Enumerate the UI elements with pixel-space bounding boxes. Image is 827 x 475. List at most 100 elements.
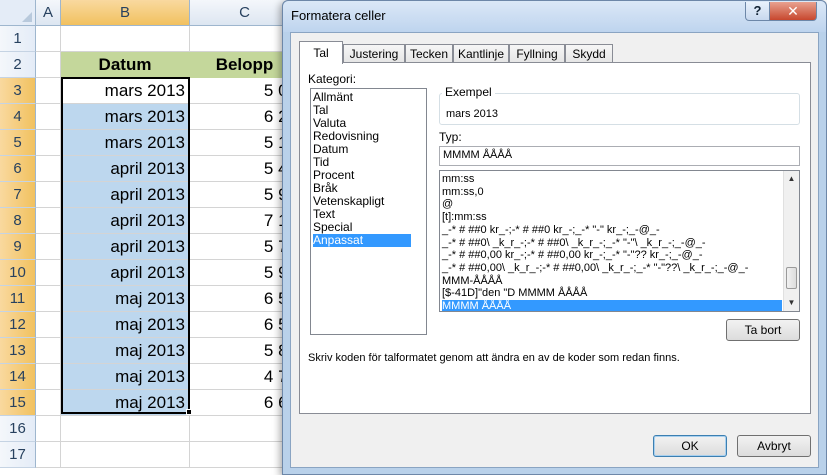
format-code-item[interactable]: MMMM ÅÅÅÅ	[442, 300, 782, 311]
row-header-10[interactable]: 10	[0, 260, 36, 286]
cell[interactable]	[61, 416, 190, 442]
delete-button[interactable]: Ta bort	[726, 319, 800, 341]
sample-value: mars 2013	[446, 108, 498, 120]
format-code-item[interactable]: mm:ss	[442, 173, 782, 186]
hint-text: Skriv koden för talformatet genom att än…	[308, 352, 680, 364]
row-header-9[interactable]: 9	[0, 234, 36, 260]
cell[interactable]	[36, 312, 61, 338]
format-code-listbox[interactable]: mm:ss mm:ss,0 @ [t]:mm:ss _-* # ##0 kr_-;-* …	[439, 170, 800, 312]
row-header-12[interactable]: 12	[0, 312, 36, 338]
row-header-11[interactable]: 11	[0, 286, 36, 312]
close-button[interactable]: ✕	[769, 2, 817, 21]
tab-label: Kantlinje	[457, 47, 505, 61]
tab-fill[interactable]: Fyllning	[509, 44, 565, 63]
cell[interactable]	[36, 156, 61, 182]
row-header-16[interactable]: 16	[0, 416, 36, 442]
row-header-3[interactable]: 3	[0, 78, 36, 104]
tab-number[interactable]: Tal	[299, 41, 343, 64]
tab-label: Tecken	[409, 47, 449, 61]
cell[interactable]	[36, 390, 61, 416]
tab-protection[interactable]: Skydd	[565, 44, 613, 63]
scroll-down-icon[interactable]: ▼	[784, 295, 799, 311]
format-cells-dialog: Formatera celler ? ✕ Tal Justering Tecke…	[282, 0, 827, 475]
scroll-up-icon[interactable]: ▲	[784, 171, 799, 187]
date-cell[interactable]: maj 2013	[61, 390, 190, 416]
cell[interactable]	[36, 286, 61, 312]
cell[interactable]	[36, 364, 61, 390]
tab-alignment[interactable]: Justering	[343, 44, 405, 63]
tab-label: Justering	[349, 47, 399, 61]
dialog-title: Formatera celler	[291, 8, 386, 23]
fill-handle[interactable]	[186, 409, 192, 415]
date-cell[interactable]: april 2013	[61, 260, 190, 286]
format-code-item[interactable]: mm:ss,0	[442, 186, 782, 199]
cell[interactable]	[36, 26, 61, 52]
cell[interactable]	[36, 104, 61, 130]
cell[interactable]	[36, 338, 61, 364]
cancel-button[interactable]: Avbryt	[737, 435, 811, 457]
select-all-corner[interactable]	[0, 0, 36, 26]
tab-border[interactable]: Kantlinje	[453, 44, 509, 63]
date-cell[interactable]: april 2013	[61, 208, 190, 234]
cell[interactable]	[36, 182, 61, 208]
date-cell[interactable]: april 2013	[61, 234, 190, 260]
row-header-8[interactable]: 8	[0, 208, 36, 234]
date-cell[interactable]: maj 2013	[61, 338, 190, 364]
format-code-item[interactable]: [t]:mm:ss	[442, 211, 782, 224]
row-header-14[interactable]: 14	[0, 364, 36, 390]
cell[interactable]	[36, 52, 61, 78]
dialog-body: Tal Justering Tecken Kantlinje Fyllning …	[290, 32, 819, 468]
row-header-13[interactable]: 13	[0, 338, 36, 364]
format-code-item[interactable]: _-* # ##0\ _k_r_-;-* # ##0\ _k_r_-;_-* "…	[442, 237, 782, 250]
format-code-item[interactable]: @	[442, 198, 782, 211]
cell[interactable]	[36, 78, 61, 104]
row-header-2[interactable]: 2	[0, 52, 36, 78]
type-label: Typ:	[439, 130, 462, 144]
column-header-b[interactable]: B	[61, 0, 190, 26]
format-list-scrollbar[interactable]: ▲ ▼	[783, 171, 799, 311]
number-tab-panel: Kategori: Allmänt Tal Valuta Redovisning Dat…	[299, 62, 811, 414]
row-header-7[interactable]: 7	[0, 182, 36, 208]
row-header-4[interactable]: 4	[0, 104, 36, 130]
format-code-item[interactable]: _-* # ##0,00 kr_-;-* # ##0,00 kr_-;_-* "…	[442, 249, 782, 262]
row-header-6[interactable]: 6	[0, 156, 36, 182]
format-code-item[interactable]: [$-41D]"den "D MMMM ÅÅÅÅ	[442, 287, 782, 300]
date-cell[interactable]: mars 2013	[61, 104, 190, 130]
cell[interactable]	[36, 130, 61, 156]
cell[interactable]	[36, 234, 61, 260]
category-listbox[interactable]: Allmänt Tal Valuta Redovisning Datum Tid Proce…	[310, 88, 427, 335]
dialog-titlebar[interactable]: Formatera celler ? ✕	[283, 1, 826, 32]
cell[interactable]	[36, 208, 61, 234]
cell[interactable]	[36, 416, 61, 442]
date-cell[interactable]: maj 2013	[61, 286, 190, 312]
cell[interactable]	[36, 260, 61, 286]
ok-button[interactable]: OK	[653, 435, 727, 457]
header-cell-date[interactable]: Datum	[61, 52, 190, 78]
cell[interactable]	[61, 442, 190, 468]
date-cell[interactable]: april 2013	[61, 156, 190, 182]
date-cell[interactable]: maj 2013	[61, 364, 190, 390]
column-header-a[interactable]: A	[36, 0, 61, 26]
date-cell[interactable]: maj 2013	[61, 312, 190, 338]
row-header-1[interactable]: 1	[0, 26, 36, 52]
category-label: Kategori:	[308, 72, 357, 86]
date-cell[interactable]: mars 2013	[61, 130, 190, 156]
format-code-item[interactable]: MMM-ÅÅÅÅ	[442, 275, 782, 288]
tab-label: Skydd	[572, 47, 606, 61]
tab-font[interactable]: Tecken	[405, 44, 453, 63]
format-code-item[interactable]: _-* # ##0 kr_-;-* # ##0 kr_-;_-* "-" kr_…	[442, 224, 782, 237]
date-cell[interactable]: mars 2013	[61, 78, 190, 104]
row-header-15[interactable]: 15	[0, 390, 36, 416]
type-input[interactable]: MMMM ÅÅÅÅ	[439, 146, 800, 166]
help-button[interactable]: ?	[745, 2, 770, 21]
cell[interactable]	[61, 26, 190, 52]
tab-label: Fyllning	[516, 47, 558, 61]
date-cell[interactable]: april 2013	[61, 182, 190, 208]
scroll-thumb[interactable]	[786, 267, 797, 289]
row-header-5[interactable]: 5	[0, 130, 36, 156]
row-header-17[interactable]: 17	[0, 442, 36, 468]
tab-label: Tal	[313, 46, 329, 60]
format-code-item[interactable]: _-* # ##0,00\ _k_r_-;-* # ##0,00\ _k_r_-…	[442, 262, 782, 275]
cell[interactable]	[36, 442, 61, 468]
category-item[interactable]: Anpassat	[313, 234, 411, 247]
